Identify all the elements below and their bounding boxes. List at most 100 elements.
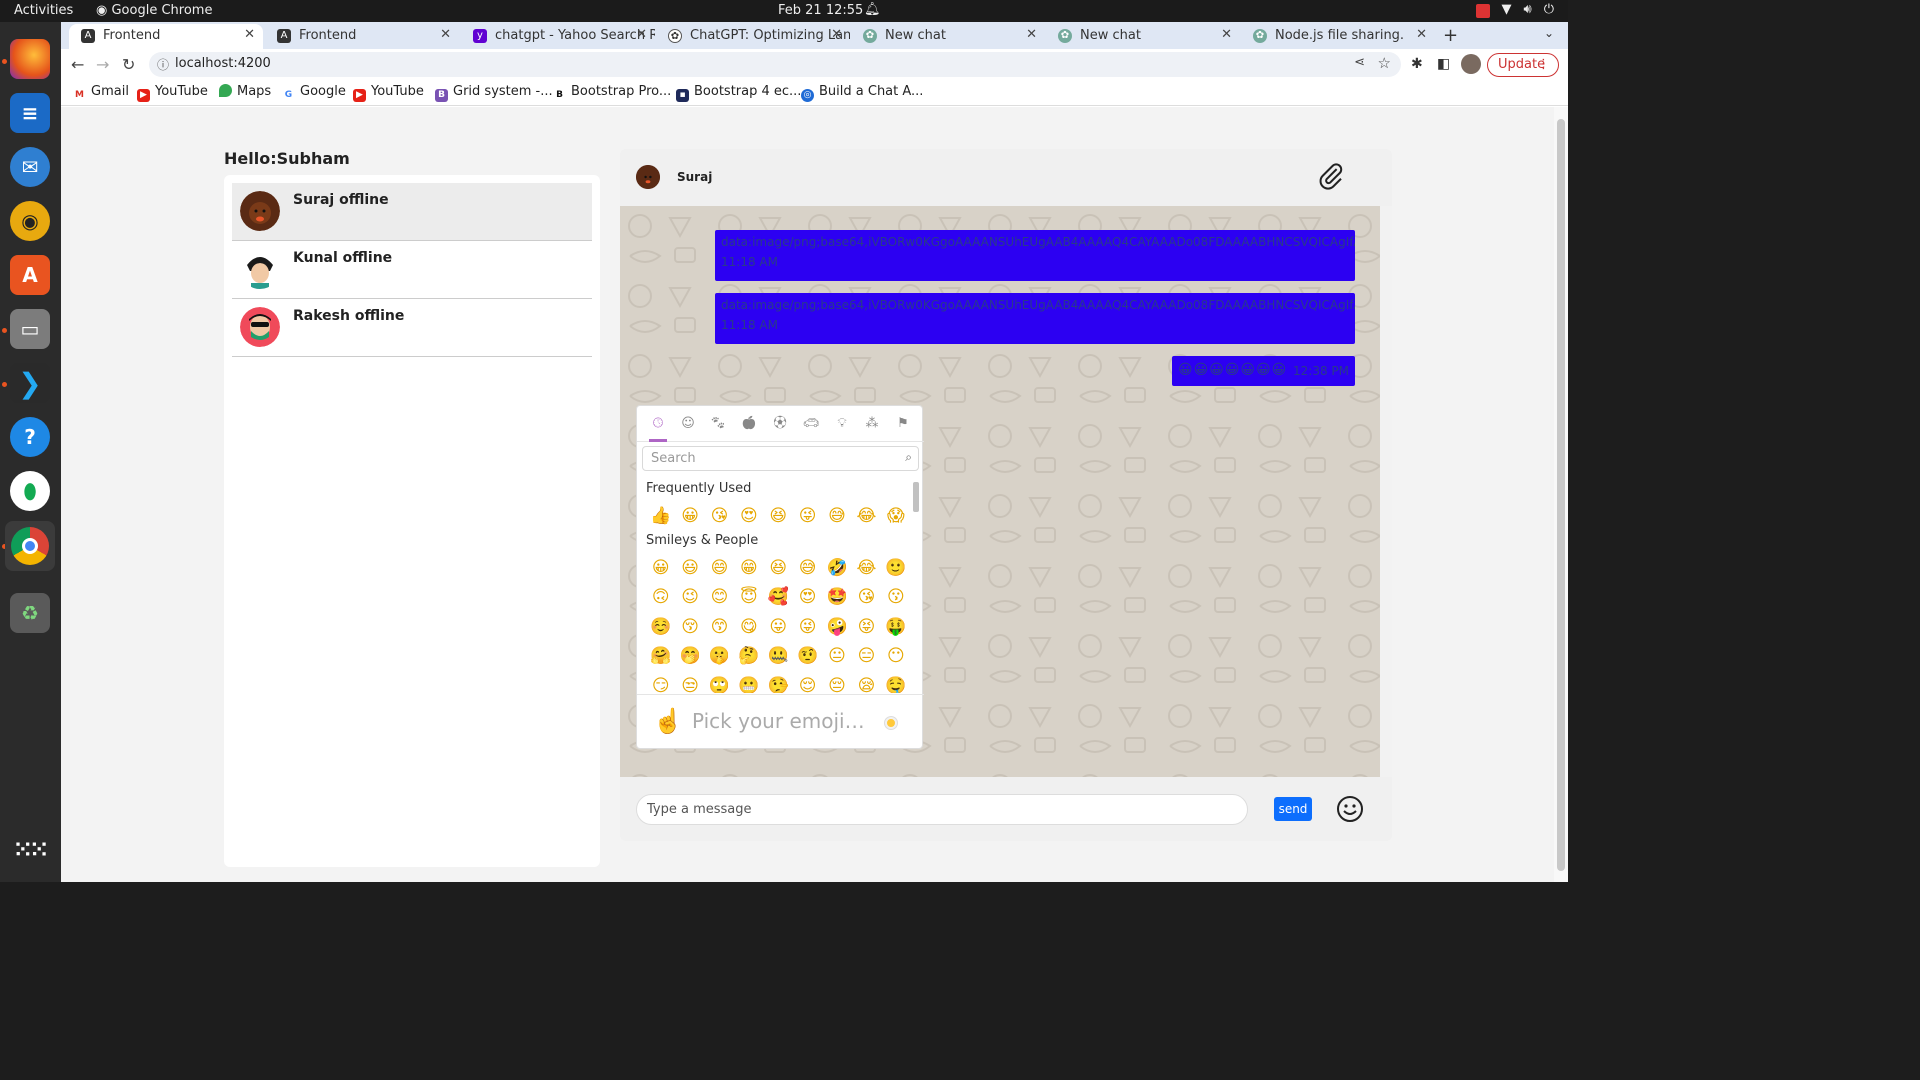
travel-car-icon[interactable]: 🚗︎ (802, 415, 820, 433)
flags-icon[interactable]: ⚑ (894, 415, 912, 433)
emoji-option[interactable]: 😂 (852, 554, 881, 583)
browser-tab[interactable]: y chatgpt - Yahoo Search Re ✕ (461, 24, 655, 49)
close-tab-icon[interactable]: ✕ (1416, 27, 1427, 42)
screen-share-icon[interactable] (1475, 4, 1490, 18)
emoji-option[interactable]: 😜 (793, 613, 822, 642)
emoji-option[interactable]: 😃 (675, 554, 704, 583)
emoji-option[interactable]: 🤩 (822, 583, 851, 612)
emoji-option[interactable]: ☺️ (646, 613, 675, 642)
bookmark-google[interactable]: G Google (282, 84, 346, 102)
emoji-option[interactable]: 😝 (852, 613, 881, 642)
update-button[interactable]: Update ⋮ (1487, 53, 1559, 77)
emoji-option[interactable]: 🥰 (764, 583, 793, 612)
bookmark-grid-system[interactable]: B Grid system -... (435, 84, 553, 102)
browser-tab[interactable]: ✿ New chat ✕ (1046, 24, 1240, 49)
browser-tab[interactable]: A Frontend ✕ (69, 24, 263, 49)
tab-search-chevron-icon[interactable]: ⌄ (1544, 26, 1554, 40)
address-bar[interactable]: ⓘ localhost:4200 ⋖ ☆ (149, 52, 1401, 77)
food-icon[interactable]: 🍎︎ (740, 415, 758, 433)
close-tab-icon[interactable]: ✕ (831, 27, 842, 42)
message-input[interactable]: Type a message (636, 794, 1248, 825)
forward-arrow-icon[interactable]: → (96, 55, 109, 74)
emoji-option[interactable]: 🤪 (822, 613, 851, 642)
files-icon[interactable]: ▭ (10, 309, 50, 349)
emoji-option[interactable]: 😌 (793, 672, 822, 693)
clock[interactable]: Feb 21 12:55 (778, 3, 863, 18)
emoji-option[interactable]: 😘 (705, 502, 734, 531)
emoji-option[interactable]: 🤔 (734, 642, 763, 671)
send-button[interactable]: send (1274, 797, 1312, 821)
objects-bulb-icon[interactable]: 💡︎ (833, 415, 851, 433)
emoji-option[interactable]: 😔 (822, 672, 851, 693)
site-info-icon[interactable]: ⓘ (157, 56, 169, 73)
emoji-option[interactable]: 😀 (646, 554, 675, 583)
emoji-option[interactable]: 🤫 (705, 642, 734, 671)
help-icon[interactable]: ? (10, 417, 50, 457)
close-tab-icon[interactable]: ✕ (1221, 27, 1232, 42)
emoji-option[interactable]: 😅 (793, 554, 822, 583)
smileys-icon[interactable]: ☺︎ (679, 415, 697, 433)
vscode-icon[interactable]: ❯ (10, 363, 50, 403)
emoji-option[interactable]: 😄 (705, 554, 734, 583)
system-tray[interactable]: ▼ 🔊︎ ⏻ (1475, 2, 1554, 18)
emoji-option[interactable]: 🙃 (646, 583, 675, 612)
emoji-option[interactable]: 😆 (764, 502, 793, 531)
reload-icon[interactable]: ↻ (122, 55, 135, 74)
emoji-option[interactable]: 😑 (852, 642, 881, 671)
power-icon[interactable]: ⏻ (1544, 2, 1554, 18)
bookmark-build-chat[interactable]: ◎ Build a Chat A... (801, 84, 923, 102)
contact-item-kunal[interactable]: Kunal offline (232, 241, 592, 299)
browser-tab[interactable]: ✿ ChatGPT: Optimizing Lan ✕ (656, 24, 850, 49)
emoji-option[interactable]: 😅 (822, 502, 851, 531)
wifi-icon[interactable]: ▼ (1502, 2, 1512, 18)
emoji-option[interactable]: 🤗 (646, 642, 675, 671)
emoji-option[interactable]: 😊 (705, 583, 734, 612)
close-tab-icon[interactable]: ✕ (440, 27, 451, 42)
emoji-option[interactable]: 😆 (764, 554, 793, 583)
recent-clock-icon[interactable]: 🕓︎ (649, 415, 667, 433)
emoji-option[interactable]: 😍 (734, 502, 763, 531)
skin-tone-selector[interactable] (885, 717, 897, 729)
emoji-option[interactable]: 🙂 (881, 554, 910, 583)
back-arrow-icon[interactable]: ← (71, 55, 84, 74)
browser-tab[interactable]: ✿ New chat ✕ (851, 24, 1045, 49)
emoji-option[interactable]: 😶 (881, 642, 910, 671)
emoji-option[interactable]: 😒 (675, 672, 704, 693)
thunderbird-icon[interactable]: ✉ (10, 147, 50, 187)
emoji-toggle-smiley-icon[interactable] (1336, 795, 1364, 827)
emoji-search-input[interactable]: Search ⌕ (642, 446, 919, 471)
emoji-option[interactable]: 🤑 (881, 613, 910, 642)
message-scrollbar[interactable] (1380, 206, 1392, 777)
animals-icon[interactable]: 🐾︎ (709, 415, 727, 433)
emoji-option[interactable]: 😐 (822, 642, 851, 671)
emoji-option[interactable]: 😍 (793, 583, 822, 612)
browser-tab[interactable]: A Frontend ✕ (265, 24, 459, 49)
page-scrollbar[interactable] (1554, 107, 1568, 882)
bookmark-gmail[interactable]: M Gmail (73, 84, 129, 102)
close-tab-icon[interactable]: ✕ (636, 27, 647, 42)
emoji-option[interactable]: 😱 (881, 502, 910, 531)
message-area[interactable]: data:image/png;base64,iVBORw0KGgoAAAANSU… (620, 206, 1392, 777)
paperclip-attach-icon[interactable] (1316, 161, 1346, 195)
trash-icon[interactable]: ♻ (10, 593, 50, 633)
emoji-option[interactable]: 😘 (852, 583, 881, 612)
emoji-option[interactable]: 😗 (881, 583, 910, 612)
emoji-option[interactable]: 😀 (675, 502, 704, 531)
profile-avatar[interactable] (1461, 54, 1481, 74)
firefox-icon[interactable] (10, 39, 50, 79)
extensions-puzzle-icon[interactable]: ✱ (1411, 56, 1423, 72)
emoji-option[interactable]: 😏 (646, 672, 675, 693)
chrome-dock-item[interactable] (5, 521, 55, 571)
emoji-option[interactable]: 😚 (675, 613, 704, 642)
emoji-option[interactable]: 🤤 (881, 672, 910, 693)
contact-item-rakesh[interactable]: Rakesh offline (232, 299, 592, 357)
emoji-option[interactable]: 😬 (734, 672, 763, 693)
page-scrollbar-thumb[interactable] (1557, 119, 1565, 871)
side-panel-icon[interactable]: ◧ (1437, 56, 1450, 72)
rhythmbox-icon[interactable]: ◉ (10, 201, 50, 241)
emoji-option[interactable]: 😛 (764, 613, 793, 642)
bookmark-youtube[interactable]: ▶ YouTube (137, 84, 208, 102)
bookmark-youtube[interactable]: ▶ YouTube (353, 84, 424, 102)
emoji-option[interactable]: 🤣 (822, 554, 851, 583)
emoji-option[interactable]: 😜 (793, 502, 822, 531)
